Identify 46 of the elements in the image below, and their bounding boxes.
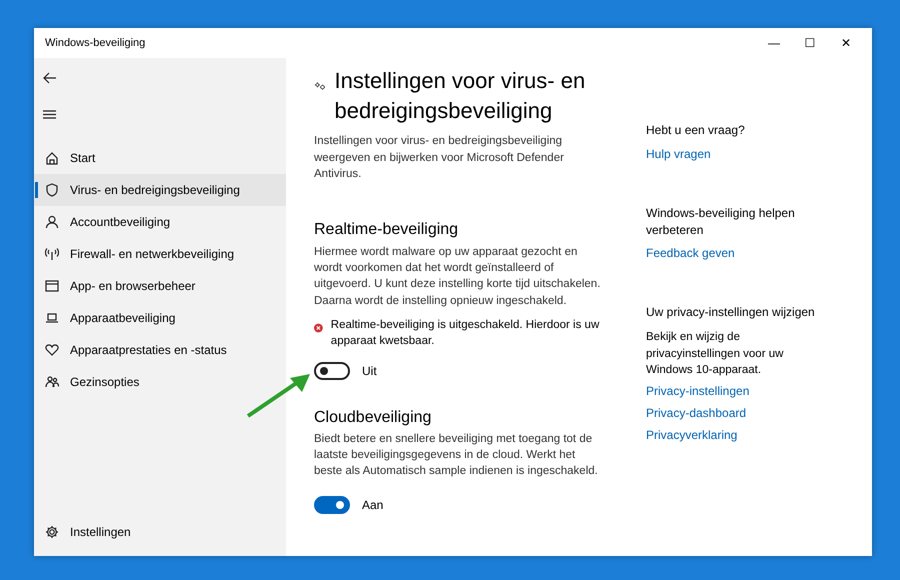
menu-icon[interactable] <box>43 110 56 118</box>
annotation-arrow <box>246 374 310 418</box>
sidebar-item[interactable]: Start <box>34 142 286 174</box>
toggle-switch[interactable] <box>314 496 350 514</box>
link[interactable]: Hulp vragen <box>646 144 711 163</box>
error-icon <box>314 322 323 334</box>
browser-window-icon <box>45 279 59 293</box>
toggle-label: Uit <box>362 362 377 380</box>
section-heading: Realtime-beveiliging <box>314 220 460 240</box>
home-icon <box>45 151 59 165</box>
sidebar-item[interactable]: App- en browserbeheer <box>34 270 286 302</box>
page-description: Instellingen voor virus- en bedreigingsbeveiliging weergeven en bijwerken voor Microsoft Defender Antivirus. <box>314 134 565 182</box>
sidebar-item[interactable]: Virus- en bedreigingsbeveiliging <box>34 174 286 206</box>
warning-message: Realtime-beveiliging is uitgeschakeld. Hierdoor is uw apparaat kwetsbaar. <box>330 318 600 350</box>
sidebar-item[interactable]: Apparaatbeveiliging <box>34 302 286 334</box>
sidebar-item[interactable]: Firewall- en netwerkbeveiliging <box>34 238 286 270</box>
link[interactable]: Privacy-instellingen <box>646 382 750 400</box>
link[interactable]: Feedback geven <box>646 244 735 262</box>
window-title: Windows-beveiliging <box>45 36 146 51</box>
section-description: Biedt betere en snellere beveiliging met toegang tot de laatste beveiligingsgegevens in de cloud. Werkt het beste als Automatisch sample indienen is ingeschakeld. <box>314 432 599 480</box>
link[interactable]: Privacy-dashboard <box>646 404 746 422</box>
aside-heading: Windows-beveiliging helpen verbeteren <box>646 204 796 238</box>
maximize-button[interactable]: ☐ <box>792 34 828 52</box>
close-button[interactable]: ✕ <box>828 34 864 52</box>
aside-text: Bekijk en wijzig de privacyinstellingen voor uw Windows 10-apparaat. <box>646 330 784 378</box>
heart-icon <box>45 343 59 357</box>
sidebar-item[interactable]: Accountbeveiliging <box>34 206 286 238</box>
family-icon <box>45 375 59 389</box>
aside-heading: Hebt u een vraag? <box>646 122 746 139</box>
gear-icon <box>45 525 59 539</box>
toggle-switch[interactable] <box>314 362 350 380</box>
shield-icon <box>45 183 59 197</box>
sidebar-item[interactable]: Apparaatprestaties en -status <box>34 334 286 366</box>
link[interactable]: Privacyverklaring <box>646 426 738 444</box>
section-heading: Cloudbeveiliging <box>314 408 432 427</box>
back-arrow-icon[interactable] <box>43 72 57 84</box>
settings-button[interactable]: Instellingen <box>34 516 286 548</box>
antenna-icon <box>45 247 59 261</box>
aside-heading: Uw privacy-instellingen wijzigen <box>646 304 816 322</box>
laptop-icon <box>45 311 59 325</box>
section-description: Hiermee wordt malware op uw apparaat gezocht en wordt voorkomen dat het wordt geïnstalleerd of uitgevoerd. U kunt deze instelling korte tijd uitschakelen. Daarna wordt de instelling opnieuw ingeschakeld. <box>314 244 602 309</box>
sidebar-item[interactable]: Gezinsopties <box>34 366 286 398</box>
toggle-label: Aan <box>362 496 384 514</box>
minimize-button[interactable]: — <box>756 34 792 52</box>
person-icon <box>45 215 59 229</box>
page-title: Instellingen voor virus- en bedreigingsbeveiliging <box>334 67 586 125</box>
